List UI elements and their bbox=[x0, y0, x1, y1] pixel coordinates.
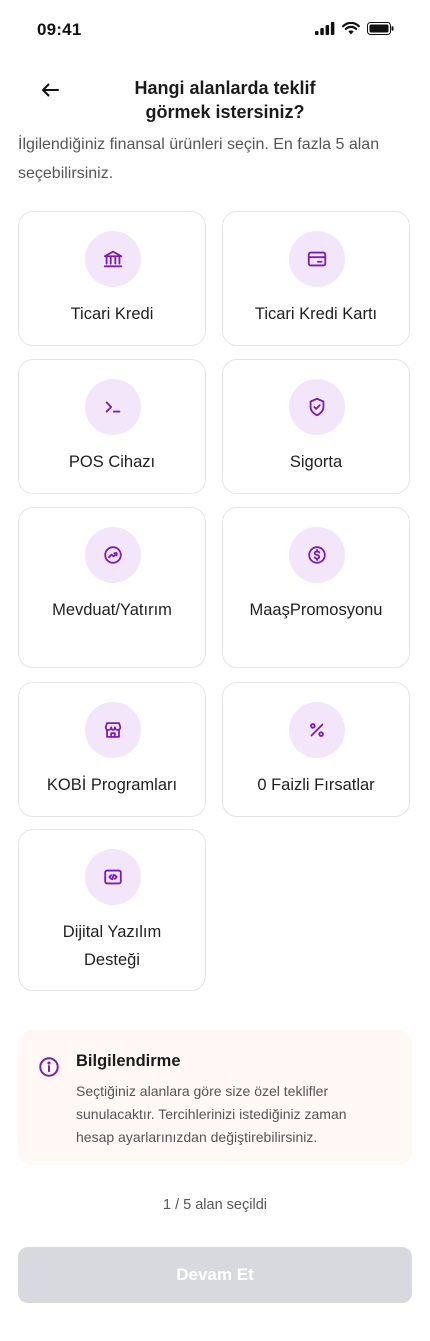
status-time: 09:41 bbox=[37, 20, 82, 39]
page-title-line2: görmek istersiniz? bbox=[145, 102, 305, 122]
card-icon-wrap bbox=[85, 849, 141, 905]
card-label: 0 Faizli Fırsatlar bbox=[257, 776, 375, 794]
card-icon-wrap bbox=[289, 527, 345, 583]
card-icon-wrap bbox=[85, 527, 141, 583]
back-button[interactable] bbox=[36, 76, 64, 104]
status-icons bbox=[315, 22, 394, 35]
card-label: Mevduat/Yatırım bbox=[52, 601, 172, 619]
card-icon-wrap bbox=[289, 702, 345, 758]
arrow-left-icon bbox=[42, 83, 59, 97]
card-label: MaaşPromosyonu bbox=[249, 601, 383, 619]
percent-icon bbox=[310, 723, 324, 737]
card-icon-wrap bbox=[289, 231, 345, 287]
card-icon-wrap bbox=[289, 379, 345, 435]
card-label: KOBİ Programları bbox=[46, 776, 178, 794]
page-title: Hangi alanlarda teklif görmek istersiniz… bbox=[90, 76, 360, 124]
selection-counter: 1 / 5 alan seçildi bbox=[163, 1197, 267, 1213]
code-window-icon bbox=[104, 869, 122, 885]
page-subtitle: İlgilendiğiniz finansal ürünleri seçin. … bbox=[18, 136, 380, 182]
category-card-ticari-kredi-karti[interactable]: Ticari Kredi Kartı bbox=[222, 211, 410, 346]
terminal-icon bbox=[105, 401, 121, 413]
card-label-line2: Desteği bbox=[84, 951, 140, 969]
info-box: Bilgilendirme Seçtiğiniz alanlara göre s… bbox=[18, 1030, 412, 1165]
signal-icon bbox=[315, 22, 335, 35]
category-card-maas-promosyonu[interactable]: MaaşPromosyonu bbox=[222, 507, 410, 668]
dollar-coin-icon bbox=[308, 546, 326, 564]
card-icon-wrap bbox=[85, 702, 141, 758]
wifi-icon bbox=[342, 22, 360, 35]
status-bar: 09:41 bbox=[0, 0, 430, 56]
card-label: Dijital Yazılım Desteği bbox=[29, 918, 195, 974]
category-card-pos-cihazi[interactable]: POS Cihazı bbox=[18, 359, 206, 494]
category-card-mevduat-yatirim[interactable]: Mevduat/Yatırım bbox=[18, 507, 206, 668]
page-title-line1: Hangi alanlarda teklif bbox=[134, 78, 316, 98]
card-label: Sigorta bbox=[289, 453, 343, 471]
credit-card-icon bbox=[307, 251, 327, 267]
category-card-kobi-programlari[interactable]: KOBİ Programları bbox=[18, 682, 206, 817]
card-label: POS Cihazı bbox=[68, 453, 156, 471]
card-icon-wrap bbox=[85, 231, 141, 287]
info-icon bbox=[39, 1057, 59, 1077]
card-label: Ticari Kredi bbox=[70, 305, 154, 323]
battery-icon bbox=[367, 22, 394, 35]
shield-check-icon bbox=[309, 397, 325, 417]
info-title: Bilgilendirme bbox=[76, 1052, 181, 1070]
category-card-ticari-kredi[interactable]: Ticari Kredi bbox=[18, 211, 206, 346]
card-label-line1: Dijital Yazılım bbox=[62, 923, 162, 941]
card-label: Ticari Kredi Kartı bbox=[254, 305, 378, 323]
info-text: Seçtiğiniz alanlara göre size özel tekli… bbox=[76, 1083, 347, 1145]
card-icon-wrap bbox=[85, 379, 141, 435]
continue-button[interactable]: Devam Et bbox=[18, 1247, 412, 1303]
category-card-sigorta[interactable]: Sigorta bbox=[222, 359, 410, 494]
category-card-faizli-firsatlar[interactable]: 0 Faizli Fırsatlar bbox=[222, 682, 410, 817]
storefront-icon bbox=[104, 722, 122, 738]
bank-icon bbox=[103, 250, 123, 268]
category-card-dijital-yazilim-destegi[interactable]: Dijital Yazılım Desteği bbox=[18, 829, 206, 991]
trend-up-icon bbox=[104, 546, 122, 564]
header: Hangi alanlarda teklif görmek istersiniz… bbox=[0, 72, 430, 132]
